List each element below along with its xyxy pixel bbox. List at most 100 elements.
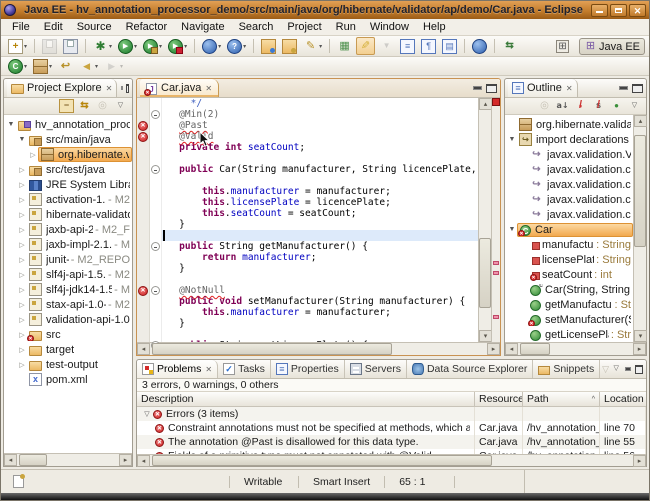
error-marker-icon[interactable]	[137, 131, 149, 142]
tab-close-icon[interactable]: ✕	[205, 365, 212, 374]
search-button[interactable]: ▾	[301, 37, 324, 55]
outline-item[interactable]: ▼Car	[505, 222, 633, 237]
overview-error-mark[interactable]	[493, 271, 499, 275]
column-path[interactable]: Path^	[523, 392, 600, 406]
last-edit-location-button[interactable]	[56, 57, 75, 75]
expander-closed-icon[interactable]: ▷	[17, 196, 27, 204]
new-class-button[interactable]: ▾	[6, 57, 29, 75]
fold-collapse-icon[interactable]	[150, 109, 161, 120]
back-dropdown-icon[interactable]: ▾	[95, 63, 98, 70]
editor-tab-close-icon[interactable]: ✕	[205, 84, 212, 93]
code-line[interactable]: }	[162, 219, 478, 230]
code-line[interactable]	[162, 153, 478, 164]
expander-open-icon[interactable]: ▽	[141, 410, 153, 418]
code-line[interactable]	[162, 230, 478, 241]
scroll-left-icon[interactable]: ◂	[137, 455, 150, 467]
code-line[interactable]: }	[162, 318, 478, 329]
project-explorer-item[interactable]: ▷slf4j-api-1.5.6.jar- M2	[4, 267, 132, 282]
code-line[interactable]: return manufacturer;	[162, 252, 478, 263]
expander-closed-icon[interactable]: ▷	[17, 286, 27, 294]
outline-item[interactable]: manufacturer: String	[505, 237, 633, 252]
expander-closed-icon[interactable]: ▷	[17, 166, 27, 174]
fast-view-icon[interactable]	[13, 475, 24, 488]
forward-button[interactable]: ▾	[102, 57, 125, 75]
fold-collapse-icon[interactable]	[150, 164, 161, 175]
expander-open-icon[interactable]: ▼	[17, 136, 27, 143]
outline-item[interactable]: Car(String, String, int)	[505, 282, 633, 297]
code-line[interactable]	[162, 175, 478, 186]
problems-maximize-button[interactable]	[635, 365, 643, 374]
project-explorer-item[interactable]: ▷src/test/java	[4, 162, 132, 177]
tab-problems[interactable]: Problems✕	[137, 360, 218, 378]
problem-row[interactable]: The annotation @Past is disallowed for t…	[137, 435, 646, 449]
menu-help[interactable]: Help	[416, 20, 453, 34]
focus-button[interactable]	[537, 99, 552, 113]
close-button[interactable]	[629, 4, 646, 17]
fold-collapse-icon[interactable]	[151, 286, 160, 295]
next-annotation-button[interactable]	[377, 37, 396, 55]
editor-hscrollbar[interactable]: ◂ ▸	[137, 342, 500, 355]
code-line[interactable]: @Min(2)	[162, 109, 478, 120]
project-explorer-item[interactable]: ▷org.hibernate.valida	[4, 147, 132, 162]
focus-button[interactable]	[95, 99, 110, 113]
scroll-thumb[interactable]	[152, 455, 492, 466]
menu-project[interactable]: Project	[280, 20, 328, 34]
project-explorer-item[interactable]: ▷activation-1.1.jar- M2	[4, 192, 132, 207]
project-explorer-item[interactable]: pom.xml	[4, 372, 132, 387]
project-explorer-item[interactable]: ▷jaxb-api-2.1.jar- M2_F	[4, 222, 132, 237]
menu-search[interactable]: Search	[232, 20, 281, 34]
block-selection-button[interactable]	[440, 37, 459, 55]
open-task-button[interactable]	[259, 37, 278, 55]
code-line[interactable]: public Car(String manufacturer, String l…	[162, 164, 478, 175]
expander-closed-icon[interactable]: ▷	[28, 151, 38, 159]
internet-button[interactable]: ▾	[225, 37, 248, 55]
filter-button[interactable]	[600, 362, 611, 376]
column-description[interactable]: Description	[137, 392, 475, 406]
expander-closed-icon[interactable]: ▷	[17, 271, 27, 279]
editor-minimize-button[interactable]	[472, 84, 483, 93]
code-line[interactable]: this.manufacturer = manufacturer;	[162, 307, 478, 318]
hide-non-public-button[interactable]	[609, 99, 624, 113]
project-explorer-maximize-button[interactable]	[126, 84, 129, 93]
scroll-thumb[interactable]	[479, 238, 491, 308]
outline-item[interactable]: getManufacturer(): St	[505, 297, 633, 312]
column-resource[interactable]: Resource	[475, 392, 523, 406]
project-explorer-item[interactable]: ▷JRE System Library [ja	[4, 177, 132, 192]
menu-run[interactable]: Run	[329, 20, 363, 34]
scroll-right-icon[interactable]: ▸	[487, 343, 500, 355]
new-class-dropdown-icon[interactable]: ▾	[24, 63, 27, 70]
expander-open-icon[interactable]: ▼	[507, 136, 517, 143]
tab-snippets[interactable]: Snippets	[533, 360, 600, 378]
new-wizard-dropdown-icon[interactable]: ▾	[24, 43, 27, 50]
menu-window[interactable]: Window	[363, 20, 416, 34]
search-dropdown-icon[interactable]: ▾	[319, 43, 322, 50]
titlebar[interactable]: Java EE - hv_annotation_processor_demo/s…	[1, 1, 649, 19]
open-perspective-button[interactable]	[551, 38, 576, 55]
expander-closed-icon[interactable]: ▷	[17, 331, 27, 339]
print-button[interactable]	[61, 37, 80, 55]
problems-minimize-button[interactable]	[624, 365, 632, 374]
project-explorer-minimize-button[interactable]	[120, 84, 123, 93]
hide-fields-button[interactable]	[573, 99, 588, 113]
expander-closed-icon[interactable]: ▷	[17, 211, 27, 219]
project-explorer-item[interactable]: ▷src	[4, 327, 132, 342]
error-marker-icon[interactable]	[138, 121, 148, 131]
overview-ruler[interactable]	[491, 98, 500, 342]
web-services-dropdown-icon[interactable]: ▾	[218, 43, 221, 50]
team-sync-button[interactable]	[500, 37, 519, 55]
menu-edit[interactable]: Edit	[37, 20, 70, 34]
new-package-dropdown-icon[interactable]: ▾	[49, 63, 52, 70]
scroll-up-icon[interactable]: ▴	[634, 115, 647, 127]
fold-collapse-icon[interactable]	[151, 110, 160, 119]
tab-servers[interactable]: Servers	[345, 360, 407, 378]
scroll-right-icon[interactable]: ▸	[119, 454, 132, 466]
show-selected-element-button[interactable]	[398, 37, 417, 55]
project-explorer-item[interactable]: ▷test-output	[4, 357, 132, 372]
scroll-left-icon[interactable]: ◂	[505, 343, 518, 355]
run-last-button[interactable]: ▾	[141, 37, 164, 55]
overview-error-mark[interactable]	[493, 261, 499, 265]
editor-maximize-button[interactable]	[486, 84, 497, 93]
code-line[interactable]: public String getLicensePlate() {	[162, 340, 478, 342]
link-with-editor-button[interactable]	[77, 99, 92, 113]
outline-item[interactable]: javax.validation.constr	[505, 177, 633, 192]
